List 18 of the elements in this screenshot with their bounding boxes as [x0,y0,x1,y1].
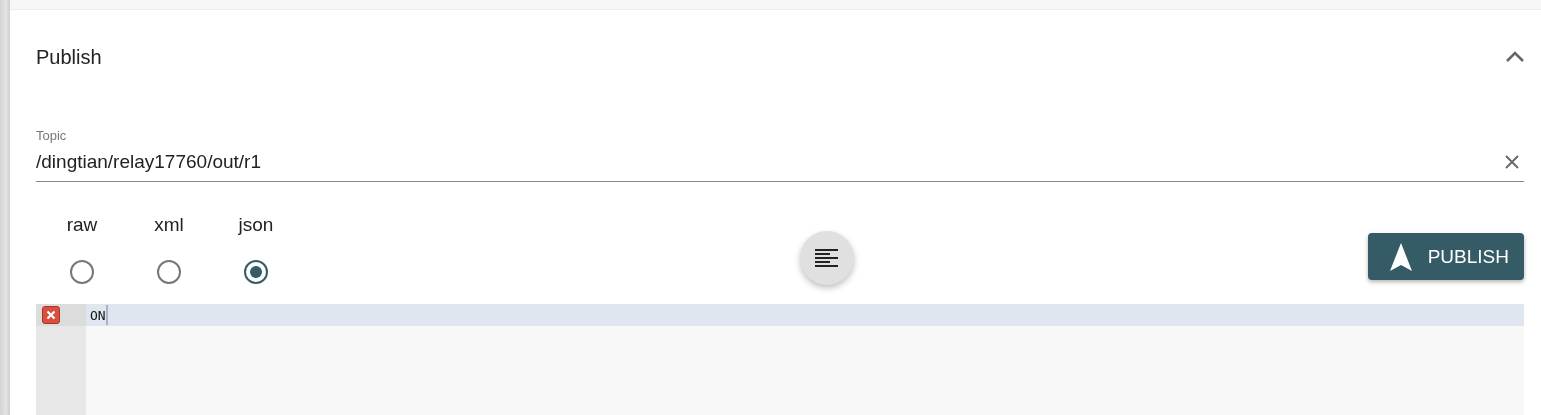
topic-field[interactable]: /dingtian/relay17760/out/r1 [36,143,1524,182]
panel-title: Publish [36,45,102,69]
radio-label: json [238,214,274,237]
radio-label: raw [66,214,98,237]
publish-button[interactable]: PUBLISH [1367,233,1524,280]
format-button[interactable] [800,231,854,285]
collapse-icon[interactable] [1505,51,1525,63]
navigation-arrow-icon [1389,242,1412,271]
code-editor[interactable]: ON [36,304,1524,415]
clear-icon[interactable] [1505,155,1519,169]
radio-button[interactable] [244,260,268,284]
align-left-icon [815,248,839,268]
radio-button[interactable] [70,260,94,284]
field-label: Topic [36,128,68,143]
code-line: ON [90,307,106,323]
text-cursor [105,305,108,325]
radio-label: xml [154,214,184,237]
radio-button[interactable] [157,260,181,284]
